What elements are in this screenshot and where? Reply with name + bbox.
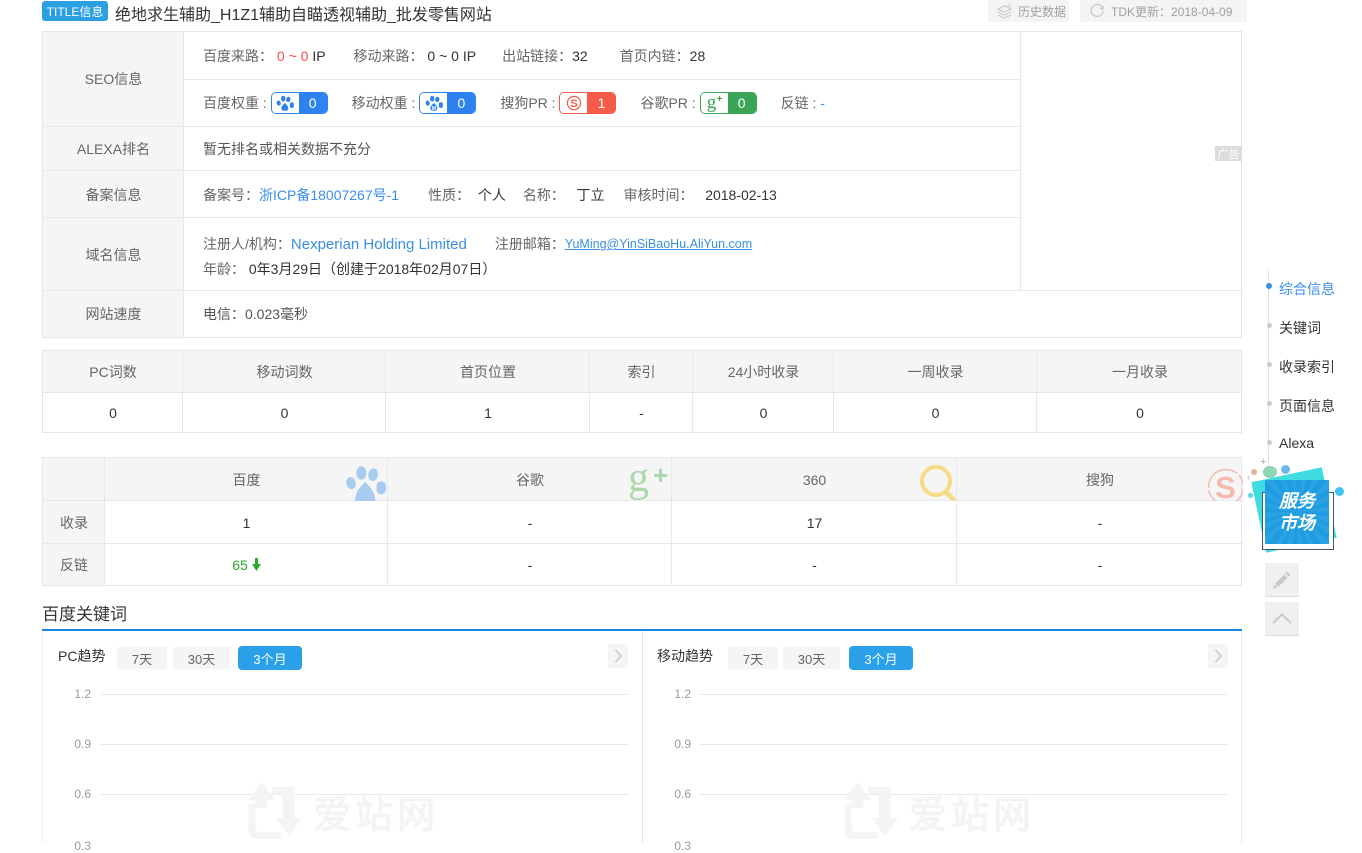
svg-text:M: M bbox=[432, 105, 437, 111]
svg-text:+: + bbox=[717, 94, 723, 105]
svg-text:g: g bbox=[707, 93, 717, 113]
svg-text:S: S bbox=[1215, 470, 1236, 501]
svg-text:S: S bbox=[570, 98, 577, 110]
